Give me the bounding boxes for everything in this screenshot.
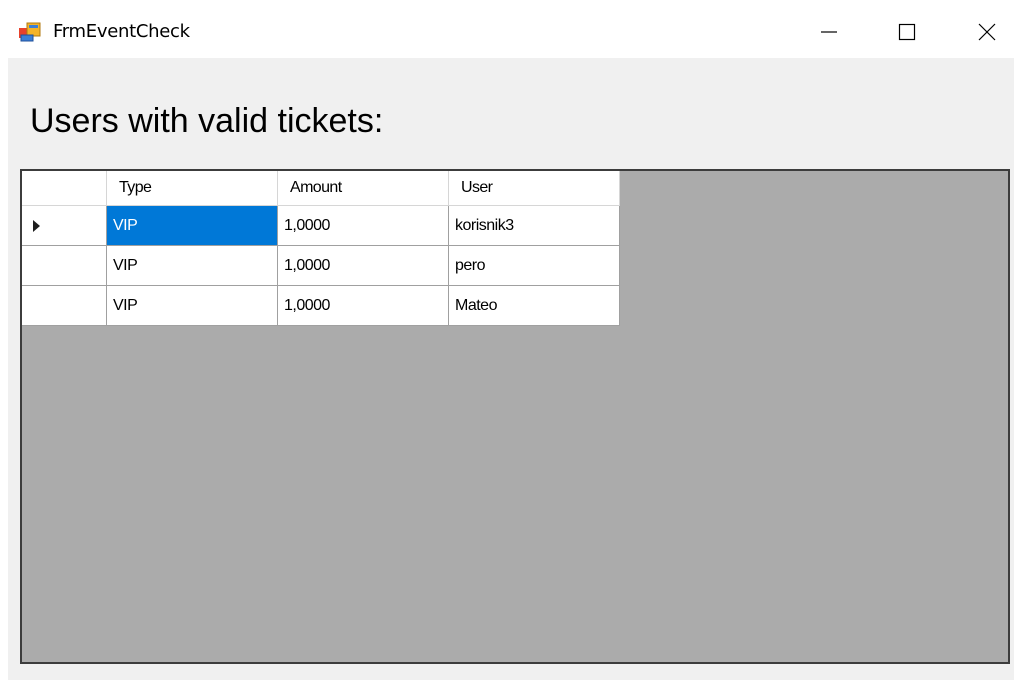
grid-table: Type Amount User VIP 1,0000 korisnik3 VI…	[22, 171, 620, 326]
table-row[interactable]: VIP 1,0000 pero	[22, 245, 620, 286]
cell-type[interactable]: VIP	[106, 205, 278, 246]
current-row-arrow-icon	[33, 220, 40, 232]
tickets-data-grid[interactable]: Type Amount User VIP 1,0000 korisnik3 VI…	[20, 169, 1010, 664]
cell-type[interactable]: VIP	[106, 285, 278, 326]
row-header[interactable]	[22, 285, 107, 326]
maximize-button[interactable]	[884, 12, 930, 52]
form-client-area: Users with valid tickets: Type Amount Us…	[8, 58, 1014, 680]
maximize-icon	[898, 23, 916, 41]
minimize-button[interactable]	[806, 12, 852, 52]
cell-user[interactable]: korisnik3	[448, 205, 620, 246]
column-header-type[interactable]: Type	[106, 171, 278, 206]
column-header-amount[interactable]: Amount	[277, 171, 449, 206]
close-button[interactable]	[964, 12, 1010, 52]
table-row[interactable]: VIP 1,0000 Mateo	[22, 285, 620, 326]
cell-type[interactable]: VIP	[106, 245, 278, 286]
row-header[interactable]	[22, 205, 107, 246]
cell-amount[interactable]: 1,0000	[277, 285, 449, 326]
cell-user[interactable]: Mateo	[448, 285, 620, 326]
grid-corner-cell[interactable]	[22, 171, 107, 206]
app-icon	[19, 22, 41, 42]
grid-header-row: Type Amount User	[22, 171, 620, 206]
window-title: FrmEventCheck	[53, 21, 190, 42]
minimize-icon	[821, 31, 837, 33]
table-row[interactable]: VIP 1,0000 korisnik3	[22, 205, 620, 246]
cell-amount[interactable]: 1,0000	[277, 205, 449, 246]
app-window: FrmEventCheck Users with valid tickets:	[0, 0, 1014, 680]
cell-user[interactable]: pero	[448, 245, 620, 286]
row-header[interactable]	[22, 245, 107, 286]
close-icon	[978, 23, 996, 41]
column-header-user[interactable]: User	[448, 171, 620, 206]
cell-amount[interactable]: 1,0000	[277, 245, 449, 286]
page-heading: Users with valid tickets:	[30, 102, 384, 140]
title-bar[interactable]: FrmEventCheck	[0, 0, 1014, 58]
